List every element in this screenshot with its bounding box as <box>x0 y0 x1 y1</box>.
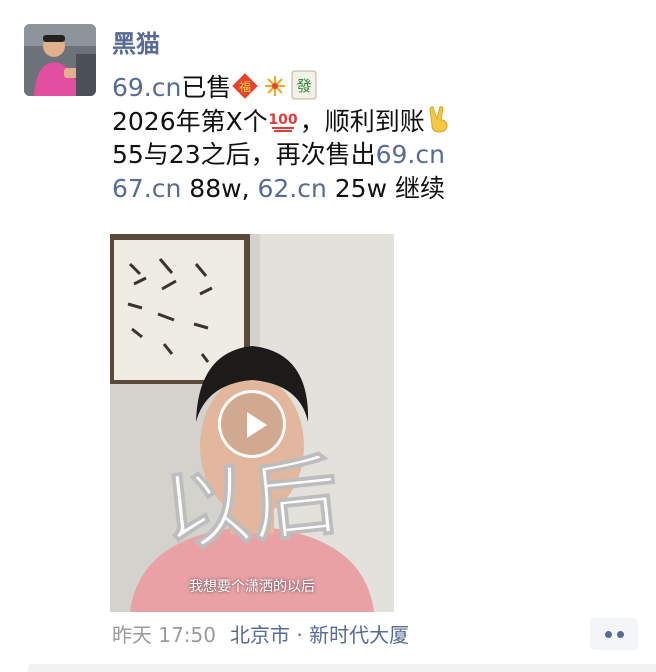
post-line-2: 2026年第X个 100 ，顺利到账 <box>112 104 632 138</box>
svg-text:發: 發 <box>297 77 312 95</box>
comment-area-top <box>28 664 656 672</box>
post-line-3: 55与23之后，再次售出69.cn <box>112 138 632 172</box>
svg-text:以后: 以后 <box>158 443 344 564</box>
domain-link-69-second[interactable]: 69.cn <box>376 140 445 169</box>
post-line-1: 69.cn已售福 發 <box>112 70 632 104</box>
post-location[interactable]: 北京市 · 新时代大厦 <box>230 623 409 647</box>
year-text: 2026年第X个 <box>112 107 268 136</box>
play-icon[interactable] <box>218 390 286 458</box>
post-meta: 昨天 17:50 北京市 · 新时代大厦 <box>112 620 409 650</box>
price-88w-text: 88w, <box>181 174 258 203</box>
post-line-4: 67.cn 88w, 62.cn 25w 继续 <box>112 172 632 206</box>
again-sold-text: 55与23之后，再次售出 <box>112 140 376 169</box>
post-time: 昨天 17:50 <box>112 623 216 647</box>
price-25w-text: 25w 继续 <box>326 174 445 203</box>
post-text: 69.cn已售福發 2026年第X个 100 ，顺利到账 55与23之后，再次售出6… <box>112 70 632 206</box>
domain-link-62[interactable]: 62.cn <box>257 174 326 203</box>
domain-link-69[interactable]: 69.cn <box>112 73 181 102</box>
dot-icon <box>617 631 624 638</box>
sold-text: 已售 <box>181 73 232 102</box>
author-name[interactable]: 黑猫 <box>112 28 160 60</box>
svg-text:福: 福 <box>239 79 251 94</box>
avatar-image <box>24 24 96 96</box>
domain-link-67[interactable]: 67.cn <box>112 174 181 203</box>
moments-post: 黑猫 69.cn已售福發 2026年第X个 100 ，顺利到账 55与23之后，再次… <box>0 0 656 672</box>
arrived-text: ，顺利到账 <box>299 107 425 136</box>
video-subtitle: 我想要个潇洒的以后 <box>189 579 315 595</box>
svg-text:100: 100 <box>268 112 297 128</box>
more-options-button[interactable] <box>590 618 638 650</box>
dot-icon <box>605 631 612 638</box>
avatar[interactable] <box>24 24 96 96</box>
